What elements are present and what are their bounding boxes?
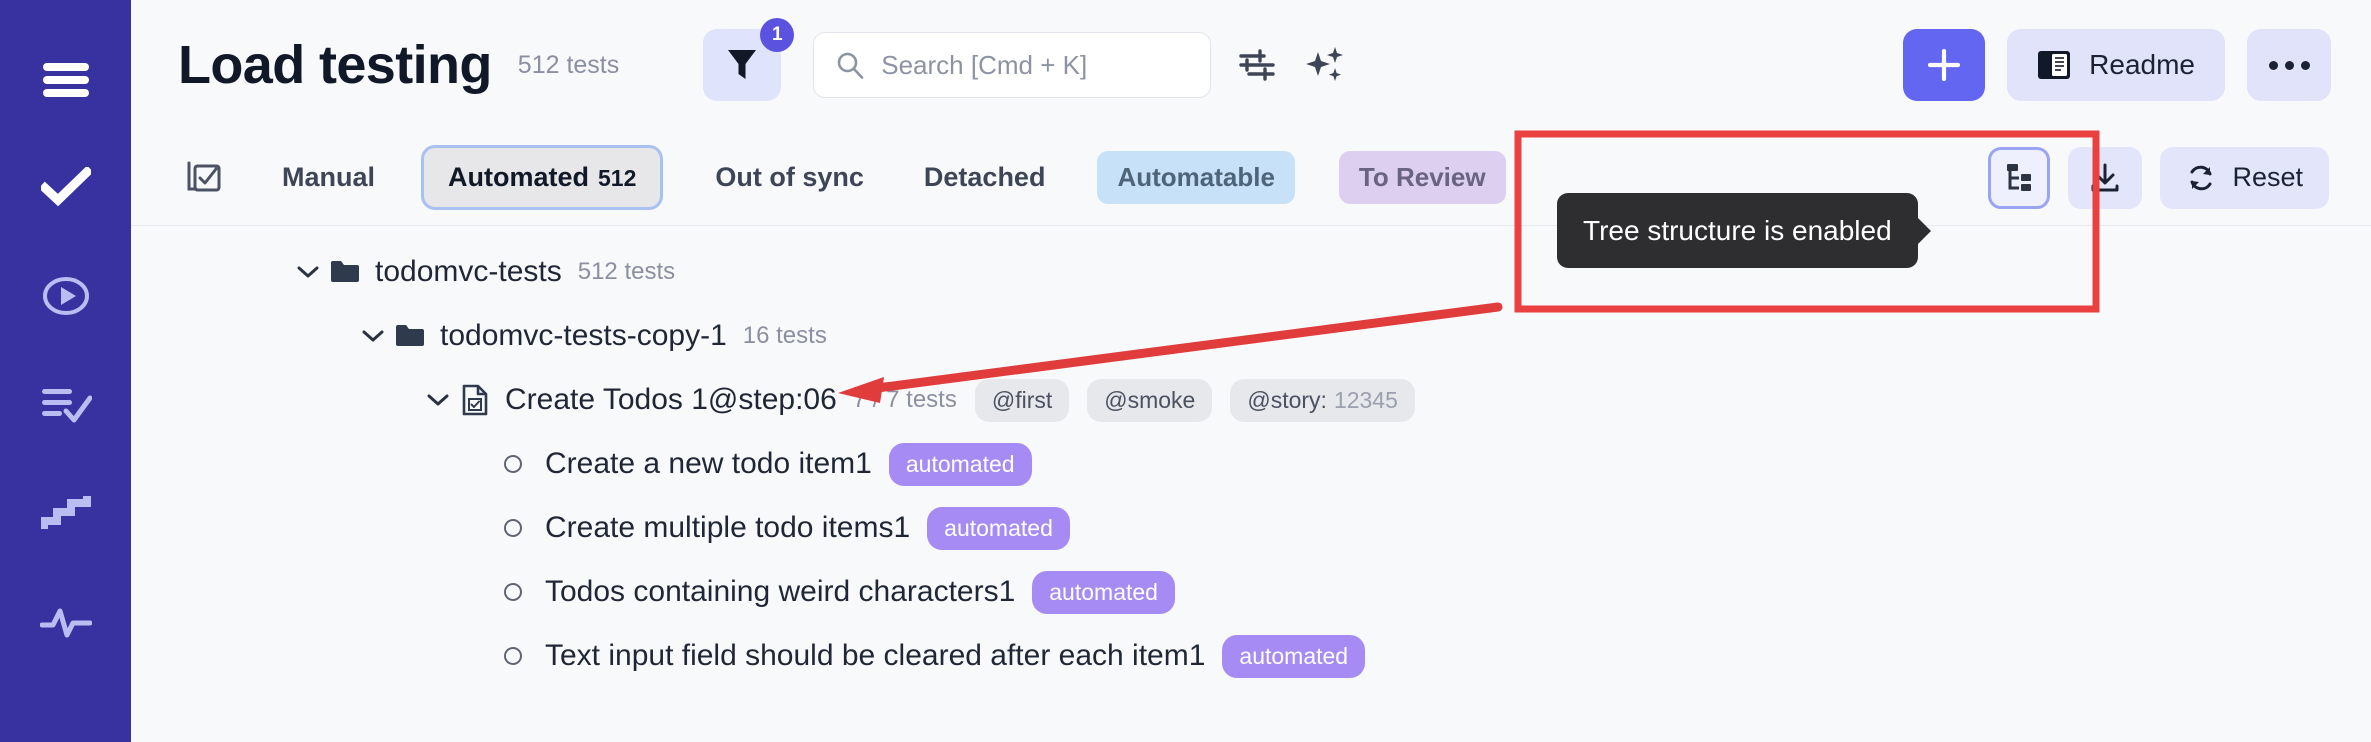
tab-automated-label: Automated <box>448 162 590 192</box>
chevron-down-icon[interactable] <box>421 393 455 407</box>
tree-node-label: todomvc-tests-copy-1 <box>440 319 727 352</box>
tree-row[interactable]: todomvc-tests 512 tests <box>131 240 2371 304</box>
circle-icon <box>491 583 535 601</box>
tree-row[interactable]: Text input field should be cleared after… <box>131 624 2371 688</box>
tree-node-label: todomvc-tests <box>375 255 562 288</box>
folder-icon <box>325 259 365 285</box>
circle-icon <box>491 455 535 473</box>
tag-key: @story: <box>1247 386 1327 413</box>
tree-structure-toggle[interactable] <box>1988 146 2051 209</box>
search-placeholder: Search [Cmd + K] <box>881 49 1088 80</box>
filter-button-wrap: 1 <box>703 18 795 101</box>
play-circle-icon[interactable] <box>0 241 131 350</box>
download-icon <box>2091 163 2119 191</box>
tree-row[interactable]: Create a new todo item1 automated <box>131 432 2371 496</box>
reset-label: Reset <box>2232 162 2303 192</box>
main-area: Load testing 512 tests 1 Search [Cmd + K… <box>131 0 2371 742</box>
dot-icon <box>2300 60 2310 70</box>
tag-chip[interactable]: @smoke <box>1087 378 1213 422</box>
tree-row[interactable]: todomvc-tests-copy-1 16 tests <box>131 304 2371 368</box>
activity-icon[interactable] <box>0 568 131 677</box>
tabs-row: Manual Automated 512 Out of sync Detached… <box>131 130 2371 226</box>
refresh-icon <box>2190 165 2212 190</box>
plus-icon <box>1928 48 1961 82</box>
test-file-icon <box>455 384 495 416</box>
readme-button[interactable]: Readme <box>2007 29 2225 101</box>
page-title: Load testing <box>178 35 492 95</box>
tree-row[interactable]: Todos containing weird characters1 autom… <box>131 560 2371 624</box>
tab-to-review[interactable]: To Review <box>1338 151 1506 204</box>
readme-label: Readme <box>2089 49 2195 80</box>
search-input[interactable]: Search [Cmd + K] <box>813 32 1212 98</box>
tab-detached[interactable]: Detached <box>916 162 1054 193</box>
tree-node-label: Create Todos 1@step:06 <box>505 383 837 416</box>
steps-icon[interactable] <box>0 459 131 568</box>
tests-count-label: 512 tests <box>517 50 620 79</box>
header-actions: Readme <box>1903 29 2331 101</box>
tree-node-count: 7 / 7 tests <box>852 386 957 413</box>
chevron-down-icon[interactable] <box>356 329 390 343</box>
tab-automatable[interactable]: Automatable <box>1097 151 1295 204</box>
tree-node-label: Text input field should be cleared after… <box>545 639 1206 672</box>
more-options-button[interactable] <box>2247 29 2331 101</box>
tree-node-label: Create multiple todo items1 <box>545 511 911 544</box>
tree-node-label: Todos containing weird characters1 <box>545 575 1016 608</box>
app-root: Load testing 512 tests 1 Search [Cmd + K… <box>0 0 2371 742</box>
menu-icon[interactable] <box>0 28 131 132</box>
left-nav-sidebar <box>0 0 131 742</box>
tag-value: 12345 <box>1333 386 1398 413</box>
sparkles-icon[interactable] <box>1297 37 1353 93</box>
status-badge: automated <box>1032 570 1175 614</box>
tag-chip[interactable]: @story: 12345 <box>1230 378 1415 422</box>
reset-button[interactable]: Reset <box>2160 146 2329 209</box>
tree-node-label: Create a new todo item1 <box>545 447 872 480</box>
filter-icon <box>728 50 757 79</box>
tree-row[interactable]: Create Todos 1@step:06 7 / 7 tests @firs… <box>131 368 2371 432</box>
sliders-icon[interactable] <box>1229 37 1285 93</box>
chevron-down-icon[interactable] <box>291 265 325 279</box>
tree-structure-icon <box>2007 163 2032 191</box>
tree-structure-tooltip: Tree structure is enabled <box>1557 193 1918 268</box>
search-icon <box>837 52 864 79</box>
tab-manual[interactable]: Manual <box>274 162 383 193</box>
test-tree: todomvc-tests 512 tests todomvc-tests-co… <box>131 226 2371 742</box>
tab-automated-count: 512 <box>598 165 637 191</box>
circle-icon <box>491 519 535 537</box>
page-header: Load testing 512 tests 1 Search [Cmd + K… <box>131 0 2371 130</box>
tree-row[interactable]: Create multiple todo items1 automated <box>131 496 2371 560</box>
status-badge: automated <box>1222 634 1366 678</box>
folder-icon <box>390 323 430 349</box>
dot-icon <box>2268 60 2278 70</box>
tree-node-count: 16 tests <box>742 322 827 349</box>
add-button[interactable] <box>1903 29 1986 101</box>
tabs-right-actions: Reset <box>1988 146 2329 209</box>
tree-node-count: 512 tests <box>577 258 676 285</box>
checklist-icon[interactable] <box>178 158 230 198</box>
check-icon[interactable] <box>0 132 131 241</box>
filter-count-badge: 1 <box>760 18 795 52</box>
tag-chip[interactable]: @first <box>974 378 1070 422</box>
download-button[interactable] <box>2068 146 2143 209</box>
tooltip-text: Tree structure is enabled <box>1583 214 1892 246</box>
circle-icon <box>491 647 535 665</box>
tab-out-of-sync[interactable]: Out of sync <box>707 162 872 193</box>
list-check-icon[interactable] <box>0 350 131 459</box>
status-badge: automated <box>888 442 1032 486</box>
readme-icon <box>2038 51 2071 79</box>
dot-icon <box>2284 60 2294 70</box>
tab-automated[interactable]: Automated 512 <box>421 145 664 210</box>
status-badge: automated <box>927 506 1070 550</box>
